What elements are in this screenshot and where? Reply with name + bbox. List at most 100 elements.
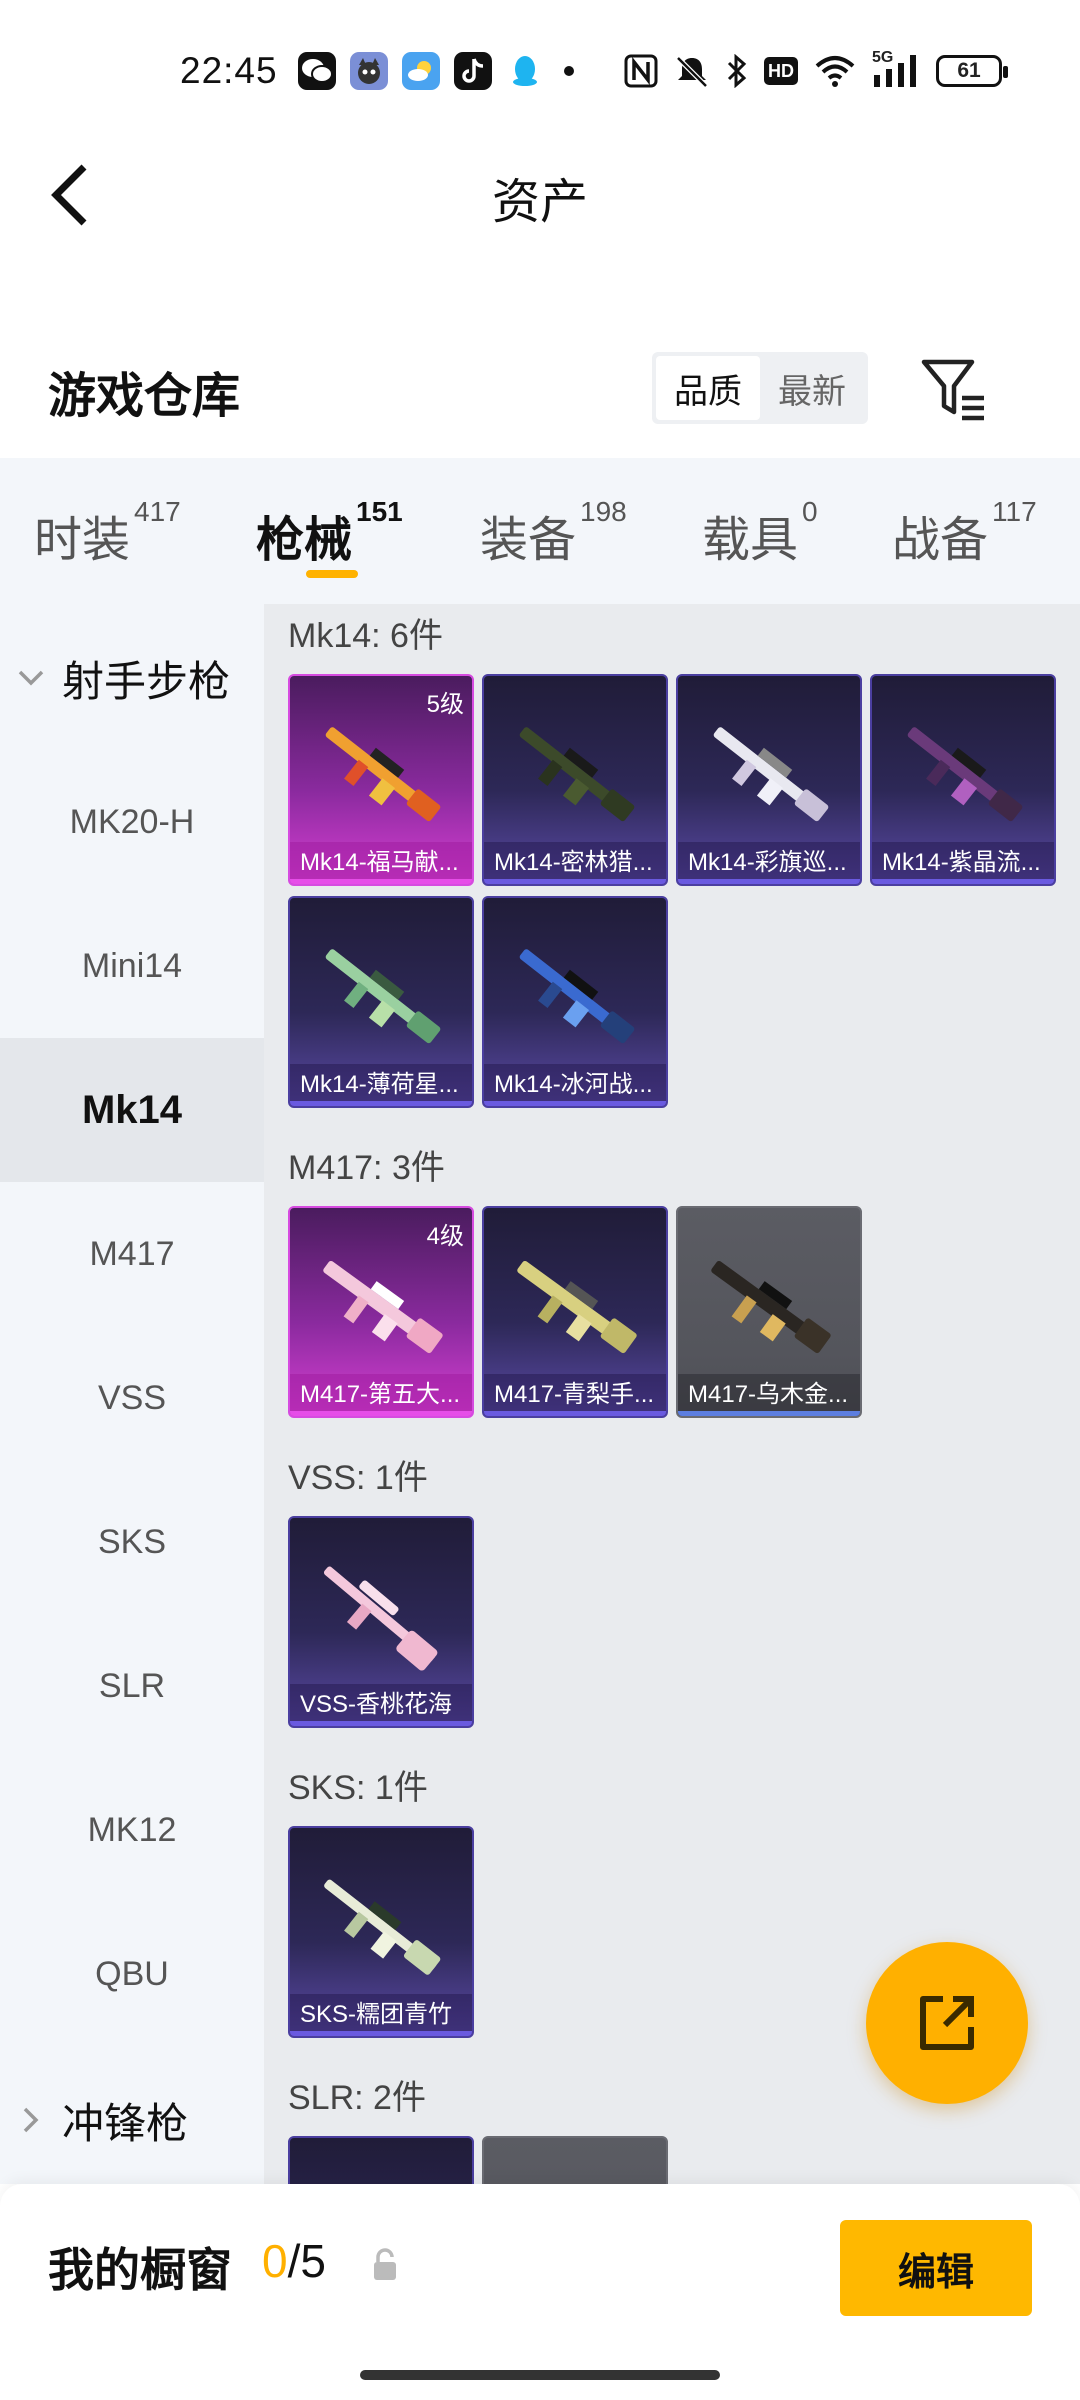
sidebar-item-slr[interactable]: SLR — [0, 1614, 264, 1758]
cat-app-icon — [350, 52, 388, 90]
weapon-card[interactable] — [482, 2136, 668, 2184]
sidebar-item-m417[interactable]: M417 — [0, 1182, 264, 1326]
battery-indicator: 61 — [936, 55, 1008, 87]
section-title: M417: 3件 — [288, 1149, 445, 1187]
sidebar-item-mini14[interactable]: Mini14 — [0, 894, 264, 1038]
sort-newest-button[interactable]: 最新 — [760, 356, 864, 420]
rifle-icon — [519, 727, 635, 822]
weapon-name: Mk14-冰河战... — [484, 1064, 666, 1106]
weapon-card[interactable] — [288, 2136, 474, 2184]
showcase-bar: 我的橱窗 0/5 编辑 — [0, 2184, 1080, 2400]
tab-count: 198 — [580, 496, 627, 527]
tab-label: 战备 — [892, 514, 989, 567]
section-title: Mk14: 6件 — [288, 617, 443, 655]
weather-icon — [402, 52, 440, 90]
sidebar-item-vss[interactable]: VSS — [0, 1326, 264, 1470]
chevron-down-icon — [0, 669, 62, 687]
rifle-icon — [711, 1260, 831, 1354]
notification-icons — [298, 48, 574, 94]
rifle-icon — [325, 727, 441, 822]
5g-signal-icon: 5G — [872, 49, 920, 89]
sort-quality-button[interactable]: 品质 — [656, 356, 760, 420]
tab-vehicles[interactable]: 载具0 — [702, 496, 818, 570]
weapon-name: SKS-糯团青竹 — [290, 1994, 472, 2036]
rifle-icon — [713, 727, 829, 822]
sidebar-item-mk20h[interactable]: MK20-H — [0, 750, 264, 894]
home-indicator[interactable] — [360, 2370, 720, 2380]
weapon-name: M417-青梨手... — [484, 1374, 666, 1416]
sort-toggle: 品质 最新 — [652, 352, 868, 424]
weapon-name: VSS-香桃花海 — [290, 1684, 472, 1726]
sidebar-group-label: 射手步枪 — [62, 657, 231, 705]
rifle-icon — [323, 1566, 438, 1671]
tab-outfits[interactable]: 时装417 — [34, 496, 181, 570]
system-icons: HD 5G 61 — [624, 48, 1008, 94]
weapon-card[interactable]: Mk14-冰河战... — [482, 896, 668, 1108]
rifle-icon — [517, 1260, 637, 1354]
lock-icon — [374, 2248, 396, 2280]
wifi-icon — [815, 56, 855, 87]
rifle-icon — [519, 949, 635, 1044]
rifle-icon — [325, 949, 441, 1044]
share-button[interactable] — [866, 1942, 1028, 2104]
showcase-count: 0/5 — [262, 2234, 326, 2288]
mute-icon — [676, 56, 708, 88]
weapon-card[interactable]: Mk14-薄荷星... — [288, 896, 474, 1108]
tab-label: 载具 — [702, 514, 799, 567]
section-title: SLR: 2件 — [288, 2079, 426, 2117]
chevron-right-icon — [0, 2106, 62, 2134]
section-title: VSS: 1件 — [288, 1459, 428, 1497]
hd-icon: HD — [764, 57, 798, 85]
weapon-name: Mk14-彩旗巡... — [678, 842, 860, 884]
sidebar-item-sks[interactable]: SKS — [0, 1470, 264, 1614]
sidebar-item-mk14[interactable]: Mk14 — [0, 1038, 264, 1182]
tab-label: 装备 — [480, 514, 577, 567]
qq-icon — [506, 52, 544, 90]
tab-count: 0 — [802, 496, 818, 527]
showcase-separator: / — [287, 2235, 301, 2287]
weapon-card[interactable]: 4级 M417-第五大... — [288, 1206, 474, 1418]
weapon-card[interactable]: VSS-香桃花海 — [288, 1516, 474, 1728]
weapon-name: Mk14-福马献... — [290, 842, 472, 884]
tab-supplies[interactable]: 战备117 — [892, 496, 1037, 570]
page-title: 资产 — [491, 176, 588, 229]
weapon-card[interactable]: Mk14-密林猎... — [482, 674, 668, 886]
tiktok-icon — [454, 52, 492, 90]
showcase-label: 我的橱窗 — [48, 2244, 232, 2296]
weapon-card[interactable]: M417-青梨手... — [482, 1206, 668, 1418]
weapon-card[interactable]: 5级 Mk14-福马献... — [288, 674, 474, 886]
nfc-icon — [624, 54, 658, 88]
sidebar-group-marksman[interactable]: 射手步枪 — [0, 630, 264, 726]
share-icon — [920, 1996, 974, 2050]
showcase-total: 5 — [300, 2235, 326, 2287]
tab-weapons[interactable]: 枪械151 — [256, 496, 403, 570]
weapon-name: M417-乌木金... — [678, 1374, 860, 1416]
rifle-icon — [324, 1879, 441, 1975]
weapon-name: Mk14-密林猎... — [484, 842, 666, 884]
weapon-card[interactable]: M417-乌木金... — [676, 1206, 862, 1418]
sidebar-group-smg[interactable]: 冲锋枪 — [0, 2072, 264, 2168]
tab-count: 151 — [356, 496, 403, 527]
filter-button[interactable] — [920, 356, 990, 422]
bluetooth-icon — [727, 54, 747, 88]
weapon-card[interactable]: Mk14-紫晶流... — [870, 674, 1056, 886]
weapon-type-sidebar: 射手步枪 MK20-H Mini14 Mk14 M417 VSS SKS SLR… — [0, 604, 264, 2184]
rifle-icon — [907, 727, 1023, 822]
sidebar-group-label: 冲锋枪 — [62, 2099, 189, 2147]
level-badge: 5级 — [426, 691, 464, 718]
weapon-name: M417-第五大... — [290, 1374, 472, 1416]
sidebar-item-qbu[interactable]: QBU — [0, 1902, 264, 2046]
tab-label: 枪械 — [256, 514, 353, 567]
filter-icon — [921, 359, 984, 421]
rifle-icon — [323, 1260, 443, 1354]
weapon-card[interactable]: SKS-糯团青竹 — [288, 1826, 474, 2038]
active-tab-indicator — [306, 570, 358, 578]
showcase-used: 0 — [262, 2235, 288, 2287]
edit-button[interactable]: 编辑 — [840, 2220, 1032, 2316]
weapon-name: Mk14-紫晶流... — [872, 842, 1054, 884]
sidebar-item-mk12[interactable]: MK12 — [0, 1758, 264, 1902]
weapon-card[interactable]: Mk14-彩旗巡... — [676, 674, 862, 886]
tab-count: 117 — [992, 496, 1037, 527]
tab-equipment[interactable]: 装备198 — [480, 496, 627, 570]
dot-icon — [564, 66, 574, 76]
